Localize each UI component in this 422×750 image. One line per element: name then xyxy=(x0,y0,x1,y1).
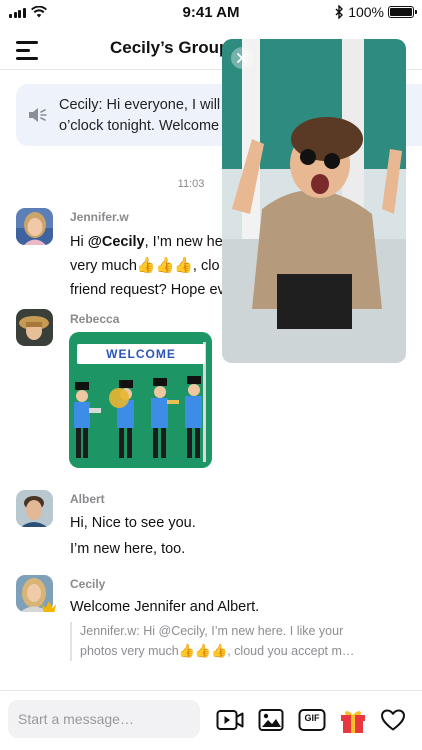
bluetooth-icon xyxy=(335,5,344,19)
image-icon xyxy=(258,709,284,731)
message-line: Hi, Nice to see you. xyxy=(70,515,196,531)
page-title: Cecily’s Group xyxy=(110,38,230,57)
message-albert: Hi, Nice to see you. I’m new here, too. xyxy=(70,510,196,562)
quoted-reply[interactable]: Jennifer.w: Hi @Cecily, I’m new here. I … xyxy=(70,622,370,661)
quote-line: photos very much👍👍👍, cloud you accept m… xyxy=(80,641,370,661)
message-line: Hi @Cecily, I’m new here xyxy=(70,230,236,254)
message-line: friend request? Hope eve xyxy=(70,282,233,298)
message-cecily: Welcome Jennifer and Albert. xyxy=(70,599,260,615)
sender-name-rebecca: Rebecca xyxy=(70,312,120,326)
gif-button[interactable]: GIF xyxy=(298,708,326,732)
quote-line: Jennifer.w: Hi @Cecily, I’m new here. I … xyxy=(80,624,344,638)
avatar-albert[interactable] xyxy=(16,490,53,527)
thumbs-up-emoji: 👍👍👍 xyxy=(136,257,193,274)
close-video-button[interactable] xyxy=(231,47,253,69)
avatar-rebecca[interactable] xyxy=(16,309,53,346)
gift-icon xyxy=(341,711,365,733)
battery-percent: 100% xyxy=(348,4,384,20)
avatar-jennifer[interactable] xyxy=(16,208,53,245)
gift-button[interactable] xyxy=(339,708,367,733)
video-button[interactable] xyxy=(216,708,244,732)
thumbs-up-emoji: 👍👍👍 xyxy=(178,643,228,658)
quote-text: photos very much xyxy=(80,644,179,658)
welcome-sticker[interactable]: WELCOME xyxy=(69,332,212,468)
sticker-banner-text: WELCOME xyxy=(77,344,205,364)
mention-link[interactable]: @Cecily xyxy=(88,234,145,250)
floating-video-window[interactable] xyxy=(222,39,406,363)
message-jennifer: Hi @Cecily, I’m new here very much👍👍👍, c… xyxy=(70,230,236,302)
message-text: very much xyxy=(70,258,137,274)
crown-icon xyxy=(42,601,56,612)
video-icon xyxy=(216,710,244,730)
sender-name-albert: Albert xyxy=(70,492,105,506)
message-composer: GIF xyxy=(0,690,422,750)
close-icon xyxy=(237,53,247,63)
like-button[interactable] xyxy=(380,708,408,732)
image-button[interactable] xyxy=(258,708,286,732)
message-text: Hi xyxy=(70,234,88,250)
quote-text: , cloud you accept m… xyxy=(227,644,355,658)
menu-icon[interactable] xyxy=(16,41,38,60)
battery-icon xyxy=(388,6,417,18)
sender-name-cecily: Cecily xyxy=(70,577,106,591)
status-right-group: 100% xyxy=(335,4,417,20)
speaker-icon xyxy=(29,108,47,122)
message-line: very much👍👍👍, clo xyxy=(70,254,236,278)
message-input[interactable] xyxy=(8,700,200,738)
status-bar: 9:41 AM 100% xyxy=(0,0,422,24)
gif-label: GIF xyxy=(304,713,320,723)
video-frame-image xyxy=(222,39,406,363)
message-line: I’m new here, too. xyxy=(70,541,186,557)
heart-icon xyxy=(381,709,405,731)
message-text: , clo xyxy=(192,258,220,274)
sender-name-jennifer: Jennifer.w xyxy=(70,210,129,224)
